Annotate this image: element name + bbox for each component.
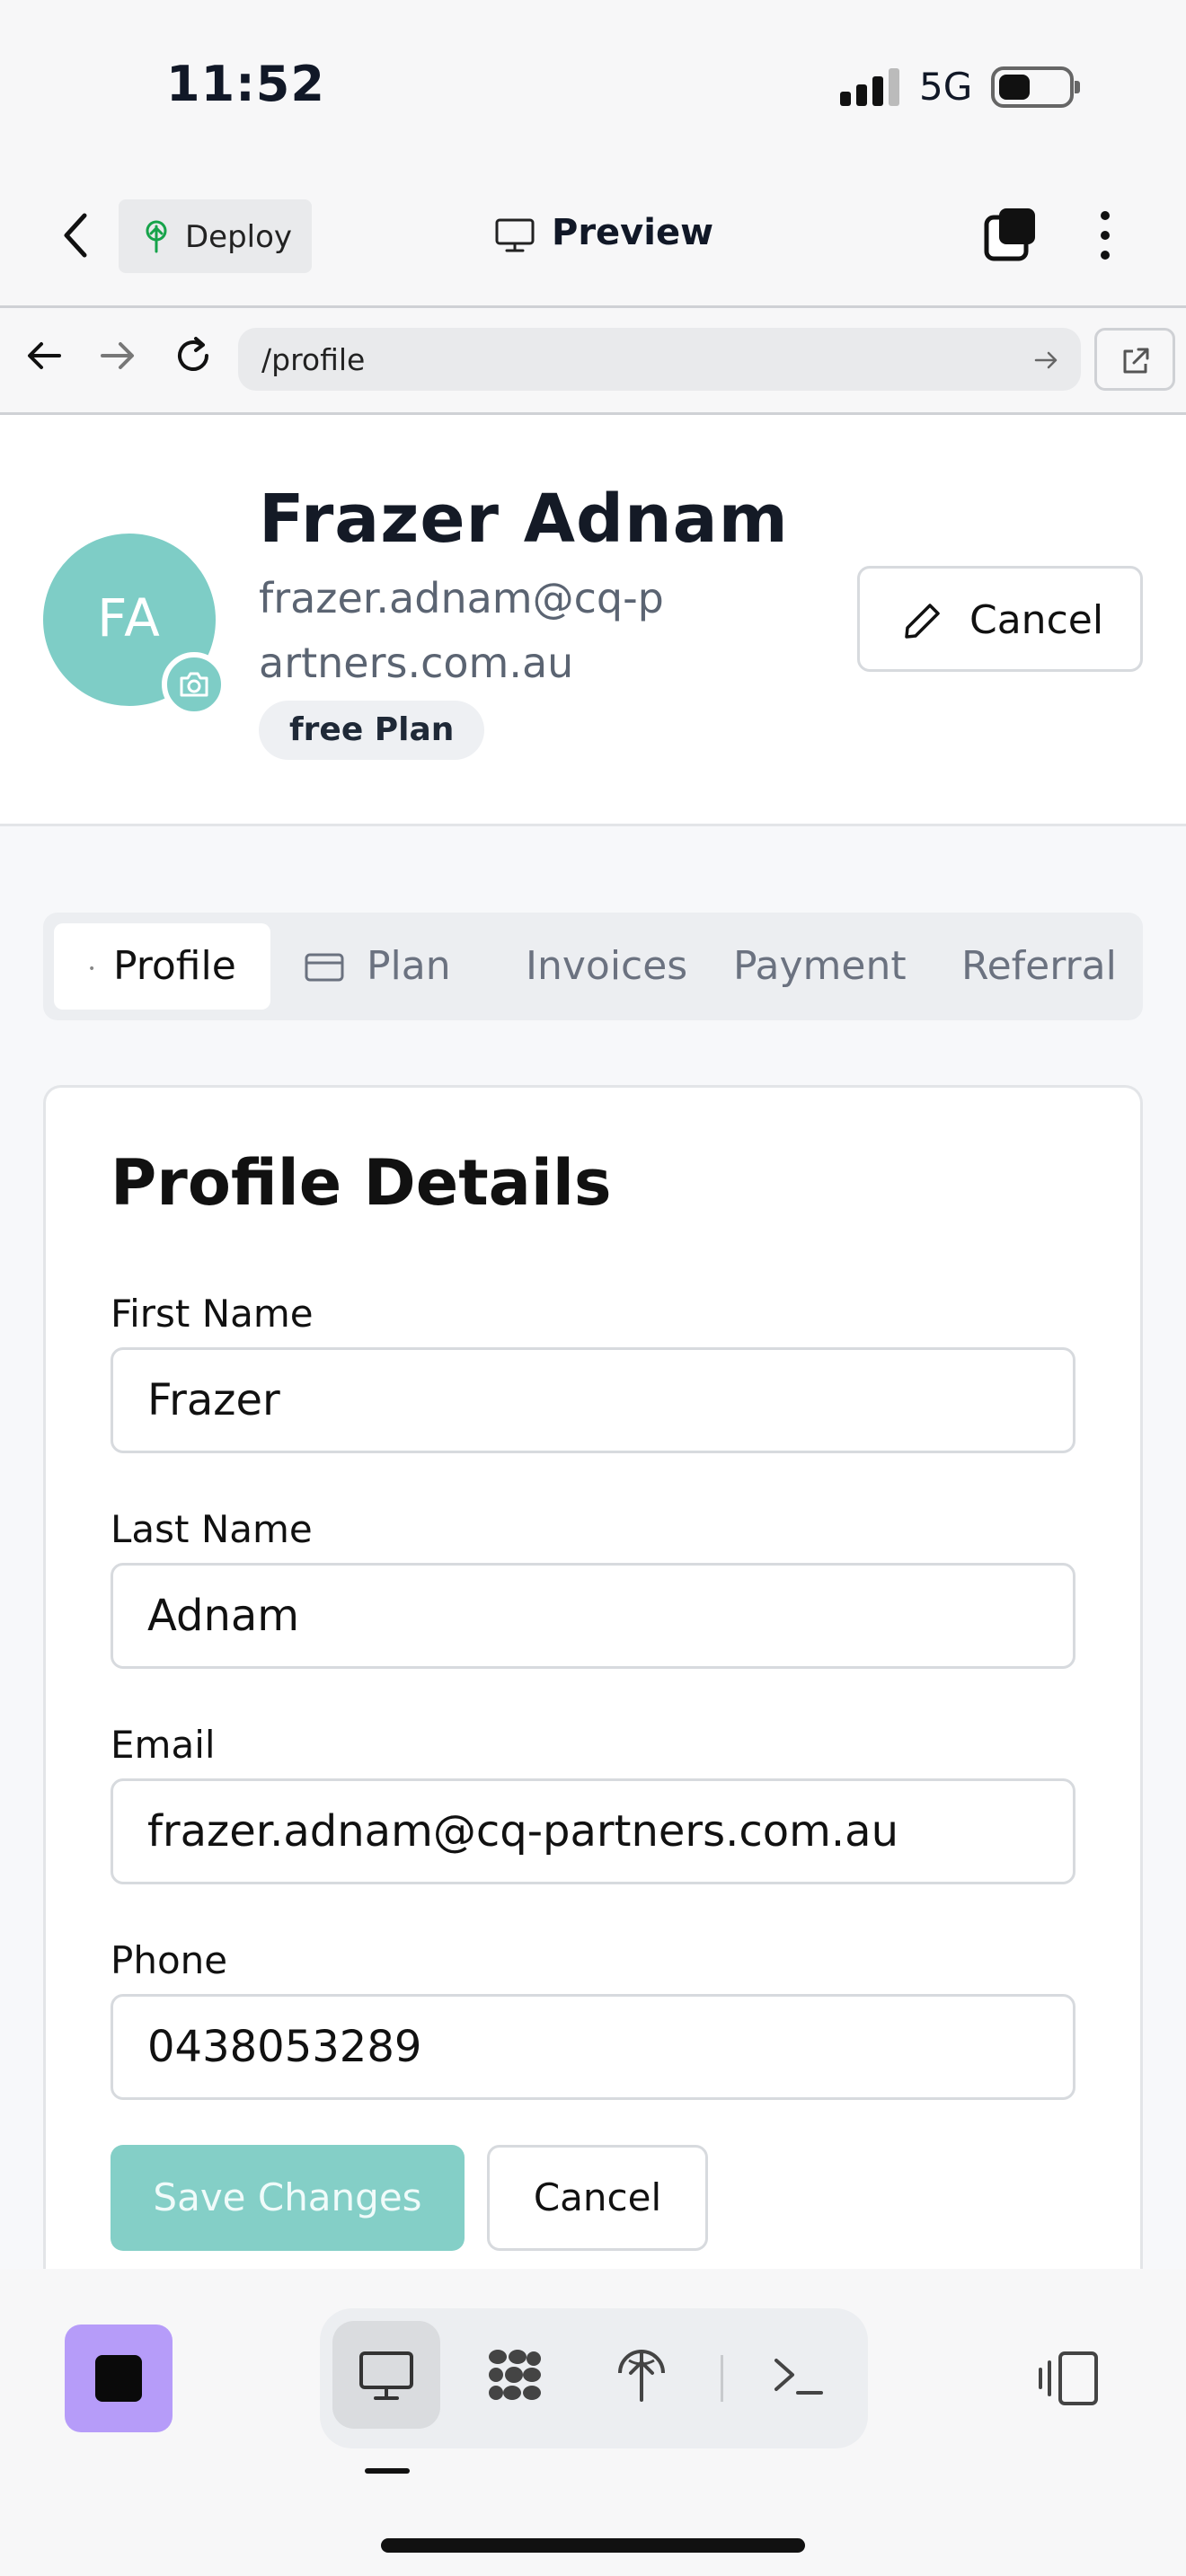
- tab-referral[interactable]: Referral: [961, 923, 1117, 1010]
- first-name-label: First Name: [111, 1292, 314, 1336]
- cancel-edit-label: Cancel: [969, 597, 1104, 643]
- phone-label: Phone: [111, 1938, 228, 1982]
- status-time: 11:52: [166, 56, 325, 112]
- deploy-button[interactable]: Deploy: [119, 199, 312, 273]
- tab-invoices-label: Invoices: [526, 943, 688, 989]
- reload-icon[interactable]: [173, 335, 214, 376]
- tab-payment-label: Payment: [733, 943, 907, 989]
- avatar-initials: FA: [97, 587, 162, 648]
- camera-icon: [180, 672, 208, 697]
- layout-toggle-icon[interactable]: [1033, 2344, 1103, 2414]
- desktop-tool[interactable]: [332, 2321, 440, 2429]
- more-vertical-icon[interactable]: [1091, 208, 1120, 262]
- tab-plan-label: Plan: [367, 943, 451, 989]
- profile-tab-icon: •: [88, 962, 96, 976]
- apps-icon: [489, 2350, 541, 2400]
- phone-field[interactable]: [111, 1994, 1075, 2100]
- battery-icon: [991, 66, 1080, 108]
- email-label: Email: [111, 1723, 216, 1767]
- tool-separator: [721, 2355, 723, 2402]
- deploy-label: Deploy: [185, 219, 293, 255]
- email-field[interactable]: [111, 1778, 1075, 1884]
- signal-icon: [840, 68, 899, 106]
- tab-profile[interactable]: • Profile: [54, 923, 270, 1010]
- profile-name: Frazer Adnam: [259, 481, 789, 558]
- monitor-icon: [495, 218, 535, 252]
- browser-forward-icon[interactable]: [97, 335, 138, 376]
- tab-invoices[interactable]: Invoices: [526, 923, 687, 1010]
- cancel-button[interactable]: Cancel: [487, 2145, 708, 2251]
- pencil-icon: [905, 604, 940, 639]
- account-tabs: • Profile Plan Invoices Payment Referral: [43, 913, 1143, 1020]
- browser-back-icon[interactable]: [23, 335, 65, 376]
- tab-profile-label: Profile: [113, 943, 236, 989]
- active-tool-indicator: [365, 2468, 410, 2474]
- deploy-icon: [618, 2350, 665, 2402]
- external-link-icon: [1123, 348, 1149, 374]
- home-indicator: [381, 2538, 805, 2553]
- url-text: /profile: [261, 342, 366, 377]
- save-changes-button[interactable]: Save Changes: [111, 2145, 465, 2251]
- tab-plan[interactable]: Plan: [304, 923, 451, 1010]
- back-chevron-icon[interactable]: [54, 208, 99, 262]
- desktop-icon: [359, 2351, 413, 2400]
- stop-icon: [95, 2355, 142, 2402]
- tab-referral-label: Referral: [961, 943, 1117, 989]
- tabs-switcher-icon[interactable]: [983, 207, 1037, 262]
- first-name-field[interactable]: [111, 1347, 1075, 1453]
- card-title: Profile Details: [111, 1146, 612, 1220]
- cancel-edit-button[interactable]: Cancel: [857, 566, 1143, 672]
- tab-payment[interactable]: Payment: [733, 923, 907, 1010]
- plan-badge: free Plan: [259, 701, 485, 760]
- url-field[interactable]: /profile: [238, 328, 1081, 391]
- terminal-tool[interactable]: [744, 2321, 852, 2429]
- open-external-button[interactable]: [1094, 328, 1175, 391]
- tool-switcher: [320, 2308, 868, 2448]
- network-type: 5G: [919, 65, 973, 109]
- apps-tool[interactable]: [460, 2321, 568, 2429]
- deploy-icon: [146, 220, 167, 253]
- preview-label: Preview: [552, 212, 714, 253]
- last-name-field[interactable]: [111, 1563, 1075, 1669]
- stop-button[interactable]: [65, 2325, 173, 2432]
- terminal-icon: [774, 2359, 823, 2395]
- profile-email: frazer.adnam@cq-partners.com.au: [259, 574, 664, 687]
- change-avatar-button[interactable]: [162, 652, 226, 717]
- last-name-label: Last Name: [111, 1507, 313, 1551]
- browser-bar: /profile: [0, 305, 1186, 415]
- deploy-tool[interactable]: [588, 2321, 695, 2429]
- credit-card-icon: [305, 953, 344, 982]
- go-arrow-icon[interactable]: [1032, 346, 1061, 375]
